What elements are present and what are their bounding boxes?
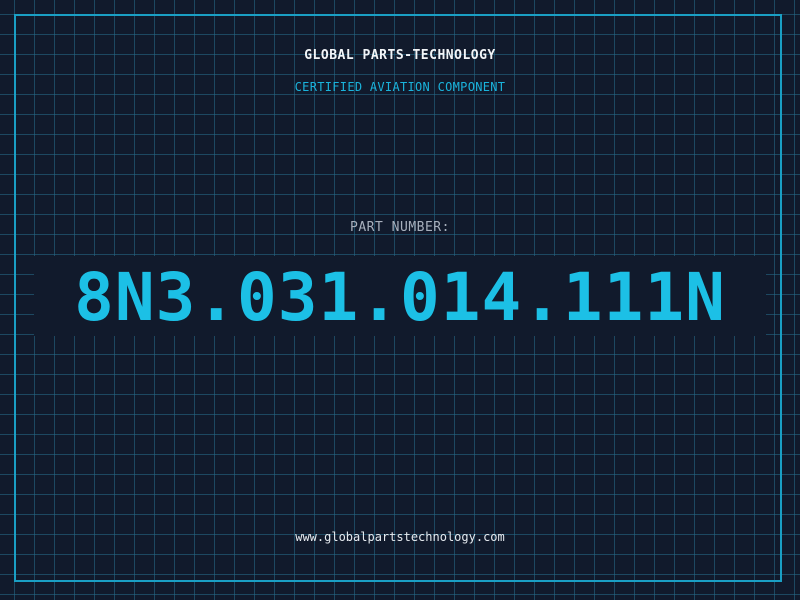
company-name: GLOBAL PARTS-TECHNOLOGY xyxy=(304,48,496,63)
part-number-label: PART NUMBER: xyxy=(350,220,450,235)
part-number-value: 8N3.031.014.111N xyxy=(74,259,726,336)
certification-tagline: CERTIFIED AVIATION COMPONENT xyxy=(294,80,506,94)
website-link[interactable]: www.globalpartstechnology.com xyxy=(0,530,800,544)
